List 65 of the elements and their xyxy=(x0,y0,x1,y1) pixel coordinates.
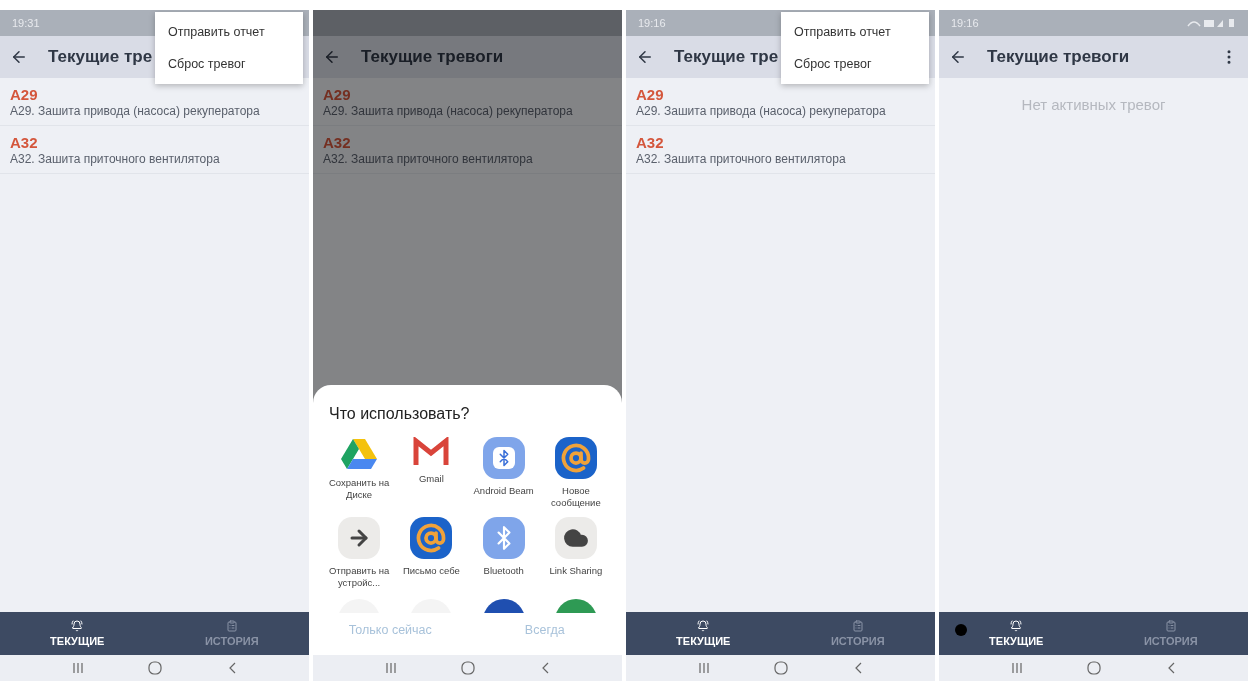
status-time: 19:16 xyxy=(638,17,666,29)
bluetooth-icon xyxy=(482,437,525,479)
cloud-icon xyxy=(554,516,597,559)
status-icons-drawing xyxy=(1186,18,1236,28)
alarm-code: A29 xyxy=(323,86,351,103)
alarm-description: A32. Зашита приточного вентилятора xyxy=(10,152,220,166)
alarm-description: A29. Зашита привода (насоса) рекуператора xyxy=(10,104,260,118)
app-label[interactable]: Сохранить на Диске xyxy=(323,477,396,501)
clipboard-icon xyxy=(851,620,864,632)
recents-icon[interactable] xyxy=(698,662,711,674)
sheet-title: Что использовать? xyxy=(329,405,471,423)
alarm-item[interactable]: A32 A32. Зашита приточного вентилятора xyxy=(626,126,935,174)
recents-icon[interactable] xyxy=(385,662,398,674)
bell-icon xyxy=(1010,620,1023,632)
nav-tab[interactable]: ТЕКУЩИЕ xyxy=(0,612,155,655)
app-label[interactable]: Отправить на устройс... xyxy=(323,564,396,589)
screen-title: Текущие тре xyxy=(48,47,153,67)
back-icon[interactable] xyxy=(949,48,967,66)
app-label[interactable]: Gmail xyxy=(418,473,444,485)
home-icon[interactable] xyxy=(1087,661,1102,675)
screen-title: Текущие тревоги xyxy=(361,47,504,67)
back-icon[interactable] xyxy=(636,48,654,66)
app-label[interactable]: Android Beam xyxy=(473,485,534,497)
alarm-description: A32. Зашита приточного вентилятора xyxy=(636,152,846,166)
nav-tab[interactable]: ТЕКУЩИЕ xyxy=(626,612,781,655)
back-icon[interactable] xyxy=(323,48,341,66)
at-sign-icon xyxy=(410,516,453,559)
menu-item[interactable]: Отправить отчет xyxy=(155,16,303,48)
status-time: 19:31 xyxy=(12,17,40,29)
bell-icon xyxy=(71,620,84,632)
back-icon[interactable] xyxy=(10,48,28,66)
app-label[interactable]: Новое сообщение xyxy=(539,485,612,509)
app-label[interactable]: Письмо себе xyxy=(402,564,460,577)
envelope-m-icon xyxy=(412,437,451,467)
alarm-description: A29. Зашита привода (насоса) рекуператора xyxy=(636,104,886,118)
clipboard-icon xyxy=(225,620,238,632)
app-label[interactable]: Link Sharing xyxy=(549,564,603,577)
alarm-item[interactable]: A32 A32. Зашита приточного вентилятора xyxy=(0,126,309,174)
recents-icon[interactable] xyxy=(72,662,85,674)
alarm-code: A29 xyxy=(10,86,38,103)
alarm-description: A32. Зашита приточного вентилятора xyxy=(323,152,533,166)
alarm-code: A32 xyxy=(10,134,38,151)
alarm-code: A32 xyxy=(636,134,664,151)
screen-title: Текущие тре xyxy=(674,47,779,67)
menu-item[interactable]: Сброс тревог xyxy=(781,48,929,80)
screen-title: Текущие тревоги xyxy=(987,47,1130,67)
transfer-icon xyxy=(338,516,381,559)
alarm-code: A29 xyxy=(636,86,664,103)
app-label[interactable]: Bluetooth xyxy=(483,564,524,577)
clipboard-icon xyxy=(1164,620,1177,632)
bluetooth-icon xyxy=(482,516,525,559)
triangle-logo-icon xyxy=(340,437,379,471)
status-time: 19:16 xyxy=(951,17,979,29)
bell-icon xyxy=(697,620,710,632)
home-icon[interactable] xyxy=(461,661,476,675)
alarm-description: A29. Зашита привода (насоса) рекуператора xyxy=(323,104,573,118)
menu-item[interactable]: Отправить отчет xyxy=(781,16,929,48)
nav-tab[interactable]: ТЕКУЩИЕ xyxy=(939,612,1094,655)
empty-message: Нет активных тревог xyxy=(1021,96,1166,113)
home-icon[interactable] xyxy=(774,661,789,675)
recents-icon[interactable] xyxy=(1011,662,1024,674)
home-icon[interactable] xyxy=(148,661,163,675)
alarm-code: A32 xyxy=(323,134,351,151)
at-sign-icon xyxy=(554,437,597,479)
menu-item[interactable]: Сброс тревог xyxy=(155,48,303,80)
